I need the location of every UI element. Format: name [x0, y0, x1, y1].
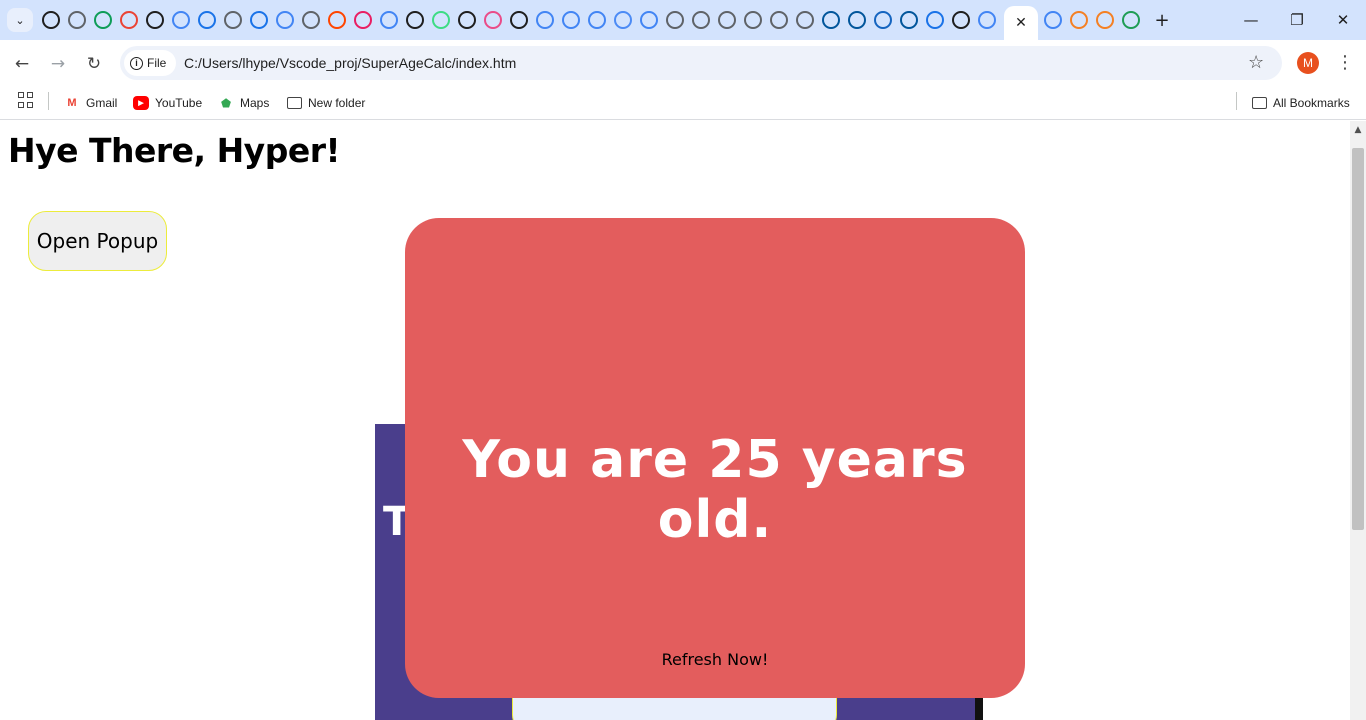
tab-favicon-icon[interactable] — [588, 11, 606, 29]
tab-favicon-icon[interactable] — [666, 11, 684, 29]
bookmarks-bar — [0, 86, 1366, 120]
youtube-icon: ▶ — [133, 96, 149, 110]
menu-dots-icon[interactable]: ⋮ — [1336, 52, 1354, 73]
minimize-button[interactable]: — — [1236, 8, 1266, 32]
tab-favicon-icon[interactable] — [380, 11, 398, 29]
tab-favicon-icon[interactable] — [952, 11, 970, 29]
forward-button[interactable]: → — [45, 51, 71, 77]
profile-avatar[interactable]: M — [1297, 52, 1319, 74]
tab-favicon-icon[interactable] — [614, 11, 632, 29]
folder-icon — [1252, 97, 1267, 109]
gmail-icon: M — [67, 97, 77, 109]
tab-favicon-icon[interactable] — [68, 11, 86, 29]
tab-favicon-icon[interactable] — [692, 11, 710, 29]
bookmarks-divider — [1236, 92, 1237, 110]
tab-favicon-icon[interactable] — [120, 11, 138, 29]
tab-favicon-icon[interactable] — [770, 11, 788, 29]
tab-favicon-icon[interactable] — [536, 11, 554, 29]
tab-favicon-icon[interactable] — [822, 11, 840, 29]
bookmark-label: New folder — [308, 96, 366, 110]
tab-favicon-icon[interactable] — [744, 11, 762, 29]
tab-favicon-icon[interactable] — [172, 11, 190, 29]
maps-icon: ⬟ — [221, 97, 231, 110]
restore-button[interactable]: ❐ — [1282, 8, 1312, 32]
tab-favicon-icon[interactable] — [900, 11, 918, 29]
tab-favicon-icon[interactable] — [224, 11, 242, 29]
tab-favicon-icon[interactable] — [42, 11, 60, 29]
tab-favicon-icon[interactable] — [796, 11, 814, 29]
tab-favicon-icon[interactable] — [432, 11, 450, 29]
bookmark-youtube[interactable]: ▶ YouTube — [133, 92, 202, 114]
bookmark-new-folder[interactable]: New folder — [287, 92, 365, 114]
page-title: Hye There, Hyper! — [8, 131, 341, 170]
apps-grid-icon[interactable] — [18, 92, 34, 108]
tab-favicon-icon[interactable] — [198, 11, 216, 29]
info-icon: i — [130, 56, 143, 70]
tab-favicon-icon[interactable] — [328, 11, 346, 29]
file-chip-label: File — [147, 56, 167, 70]
tab-favicon-icon[interactable] — [718, 11, 736, 29]
bookmark-maps[interactable]: ⬟ Maps — [218, 92, 269, 114]
tab-favicon-icon[interactable] — [510, 11, 528, 29]
bookmark-star-icon[interactable]: ☆ — [1248, 52, 1264, 73]
tab-favicon-icon[interactable] — [562, 11, 580, 29]
tab-favicon-icon[interactable] — [1044, 11, 1062, 29]
url-text[interactable]: C:/Users/lhype/Vscode_proj/SuperAgeCalc/… — [184, 55, 516, 71]
tab-favicon-icon[interactable] — [1122, 11, 1140, 29]
chevron-down-icon: ⌄ — [15, 13, 25, 27]
active-tab[interactable]: ✕ — [1004, 6, 1038, 40]
close-window-button[interactable]: ✕ — [1328, 8, 1358, 32]
tab-favicon-icon[interactable] — [250, 11, 268, 29]
scroll-thumb[interactable] — [1352, 148, 1364, 530]
arrow-right-icon: → — [50, 54, 66, 74]
close-icon[interactable]: ✕ — [1015, 15, 1027, 31]
scroll-up-icon[interactable]: ▲ — [1350, 122, 1366, 138]
reload-icon: ↻ — [86, 54, 102, 74]
site-info-chip[interactable]: i File — [124, 50, 176, 76]
tab-favicon-icon[interactable] — [978, 11, 996, 29]
bookmark-gmail[interactable]: M Gmail — [64, 92, 117, 114]
back-button[interactable]: ← — [9, 51, 35, 77]
age-result-popup: You are 25 years old. Refresh Now! — [405, 218, 1025, 698]
reload-button[interactable]: ↻ — [81, 51, 107, 77]
bookmark-label: YouTube — [155, 96, 203, 110]
tab-favicon-icon[interactable] — [146, 11, 164, 29]
bookmarks-divider — [48, 92, 49, 110]
page-viewport: Hye There, Hyper! Open Popup T You are 2… — [0, 121, 1350, 720]
tab-favicon-icon[interactable] — [354, 11, 372, 29]
age-result-message: You are 25 years old. — [462, 430, 968, 550]
tab-favicon-icon[interactable] — [874, 11, 892, 29]
folder-icon — [287, 97, 302, 109]
arrow-left-icon: ← — [14, 54, 30, 74]
tab-favicon-icon[interactable] — [848, 11, 866, 29]
tab-favicon-icon[interactable] — [276, 11, 294, 29]
new-tab-button[interactable]: + — [1150, 8, 1174, 32]
tab-search-button[interactable]: ⌄ — [7, 8, 33, 32]
tab-favicon-icon[interactable] — [1070, 11, 1088, 29]
tab-favicon-icon[interactable] — [640, 11, 658, 29]
refresh-button[interactable]: Refresh Now! — [405, 650, 1025, 669]
tab-favicon-icon[interactable] — [302, 11, 320, 29]
tab-favicon-icon[interactable] — [1096, 11, 1114, 29]
all-bookmarks-label: All Bookmarks — [1273, 96, 1350, 110]
tab-favicon-icon[interactable] — [484, 11, 502, 29]
tab-favicon-icon[interactable] — [406, 11, 424, 29]
tab-favicon-icon[interactable] — [458, 11, 476, 29]
tab-favicon-icon[interactable] — [926, 11, 944, 29]
all-bookmarks[interactable]: All Bookmarks — [1252, 92, 1350, 114]
tab-favicon-icon[interactable] — [94, 11, 112, 29]
bookmark-label: Gmail — [86, 96, 118, 110]
open-popup-button[interactable]: Open Popup — [28, 211, 167, 271]
bookmark-label: Maps — [240, 96, 270, 110]
